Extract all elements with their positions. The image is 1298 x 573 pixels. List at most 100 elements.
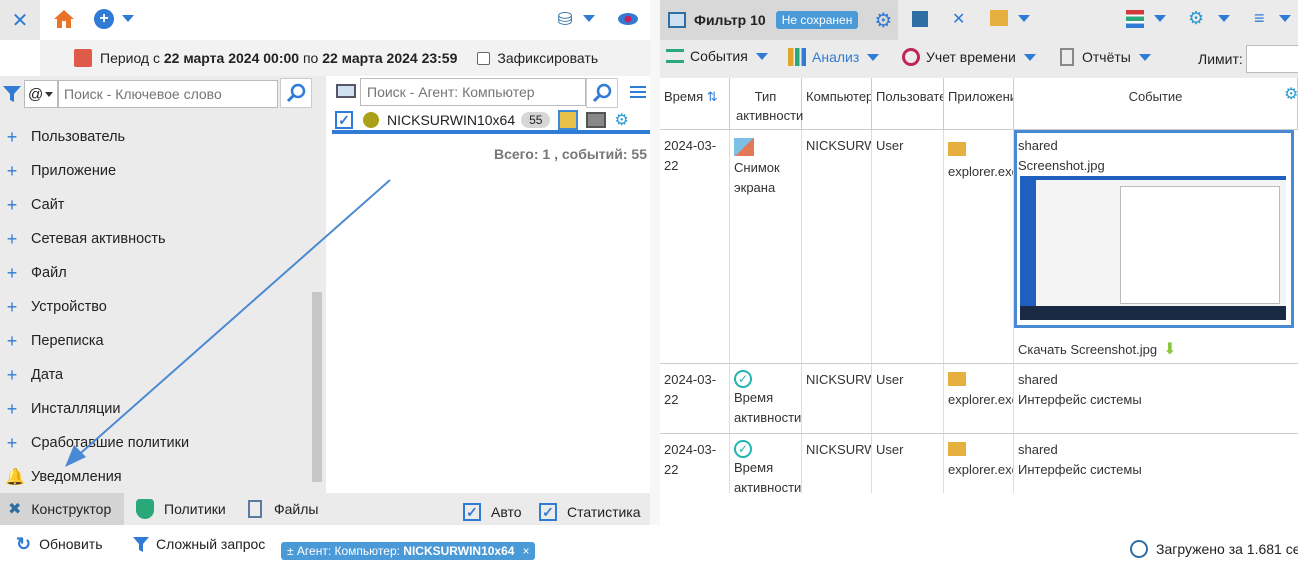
checkbox-checked-icon: ✓ bbox=[463, 503, 481, 521]
plus-icon: + bbox=[6, 160, 18, 181]
agent-checkbox[interactable]: ✓ bbox=[335, 111, 353, 129]
save-icon[interactable] bbox=[912, 11, 928, 27]
folder-icon bbox=[948, 142, 966, 156]
chevron-down-icon[interactable] bbox=[1279, 15, 1291, 22]
agent-search-button[interactable] bbox=[586, 78, 618, 108]
chevron-down-icon[interactable] bbox=[1018, 15, 1030, 22]
clock-icon bbox=[902, 48, 920, 66]
chevron-down-icon[interactable] bbox=[1154, 15, 1166, 22]
fix-label: Зафиксировать bbox=[497, 50, 599, 66]
folder-icon bbox=[948, 442, 966, 456]
table-icon bbox=[668, 12, 686, 28]
column-label: Пользовате bbox=[876, 89, 944, 104]
filter-icon[interactable] bbox=[2, 84, 22, 107]
period-mid: по bbox=[302, 50, 319, 66]
menu-analysis[interactable]: Анализ bbox=[788, 48, 880, 66]
menu-label: Отчёты bbox=[1082, 49, 1131, 65]
menu-label: Учет времени bbox=[926, 49, 1016, 65]
type-line1: Снимок bbox=[734, 160, 780, 175]
chevron-down-icon bbox=[867, 53, 880, 61]
active-filter-tag[interactable]: ± Агент: Компьютер: NICKSURWIN10x64 × bbox=[281, 542, 536, 560]
chevron-down-icon bbox=[1023, 53, 1036, 61]
chevron-down-icon[interactable] bbox=[583, 15, 595, 22]
agent-search-input[interactable] bbox=[360, 78, 586, 106]
cell-type: Снимок экрана bbox=[730, 130, 802, 364]
complex-query-button[interactable]: Сложный запрос bbox=[132, 525, 265, 563]
gears-icon[interactable]: ⚙ bbox=[1284, 84, 1298, 104]
refresh-button[interactable]: ↻ Обновить bbox=[16, 525, 102, 563]
menu-label: События bbox=[690, 48, 748, 64]
splitter[interactable] bbox=[650, 0, 660, 525]
type-line1: Время bbox=[734, 390, 774, 405]
type-line2: активности bbox=[734, 480, 802, 493]
chevron-down-icon[interactable] bbox=[1218, 15, 1230, 22]
gears-icon[interactable]: ⚙ bbox=[1188, 8, 1204, 29]
cell-computer: NICKSURW bbox=[806, 442, 872, 457]
cell-computer: NICKSURW bbox=[806, 138, 872, 153]
eye-icon[interactable] bbox=[616, 9, 640, 29]
settings-icon[interactable]: ⚙ bbox=[874, 8, 892, 33]
event-line1: shared bbox=[1018, 442, 1058, 457]
filter-title: Фильтр 10 bbox=[694, 12, 766, 28]
column-header-event[interactable]: Событие bbox=[1014, 78, 1298, 130]
monitor-icon[interactable] bbox=[586, 112, 607, 128]
calendar-icon[interactable] bbox=[74, 49, 92, 67]
sidebar-item-user[interactable]: + Пользователь bbox=[0, 120, 310, 154]
home-icon[interactable] bbox=[52, 8, 76, 30]
folder-icon bbox=[948, 372, 966, 386]
limit-input[interactable] bbox=[1246, 45, 1298, 73]
download-link[interactable]: Скачать Screenshot.jpg ⬇ bbox=[1018, 340, 1177, 360]
menu-icon[interactable] bbox=[630, 86, 646, 98]
column-header-application[interactable]: Приложени bbox=[944, 78, 1014, 130]
chevron-down-icon bbox=[1138, 53, 1151, 61]
agent-row[interactable]: ✓ NICKSURWIN10x64 55 ⚙ bbox=[332, 110, 650, 134]
close-panel-button[interactable]: ✕ bbox=[0, 0, 40, 40]
keyword-search-input[interactable] bbox=[58, 80, 278, 108]
tab-policies[interactable]: Политики bbox=[136, 493, 226, 525]
fix-checkbox[interactable] bbox=[477, 51, 491, 65]
agent-total: Всего: 1 , событий: 55 bbox=[493, 146, 647, 162]
close-icon[interactable]: × bbox=[522, 544, 529, 558]
chevron-down-icon[interactable] bbox=[122, 15, 134, 22]
table-row[interactable]: 2024-03-22 bbox=[660, 130, 730, 364]
columns-icon[interactable] bbox=[1126, 10, 1144, 28]
chevron-down-icon bbox=[45, 91, 54, 97]
gears-icon[interactable]: ⚙ bbox=[614, 110, 628, 130]
table-row[interactable]: 2024-03-22 bbox=[660, 364, 730, 434]
plus-icon: + bbox=[6, 432, 18, 453]
screenshot-image[interactable] bbox=[1020, 176, 1286, 320]
table-row[interactable]: 2024-03-22 bbox=[660, 434, 730, 493]
report-icon[interactable] bbox=[558, 110, 579, 130]
column-header-user[interactable]: Пользовате bbox=[872, 78, 944, 130]
list-icon bbox=[666, 49, 684, 63]
filter-tab[interactable]: Фильтр 10 Не сохранен ⚙ bbox=[660, 0, 898, 40]
date-to[interactable]: 22 марта 2024 23:59 bbox=[322, 50, 457, 66]
cell-event: shared Screenshot.jpg Скачать Screenshot… bbox=[1014, 130, 1298, 364]
column-header-computer[interactable]: Компьютер bbox=[802, 78, 872, 130]
menu-time[interactable]: Учет времени bbox=[902, 48, 1036, 66]
hamburger-icon[interactable]: ≡ bbox=[1254, 9, 1265, 27]
at-select[interactable]: @ bbox=[24, 80, 58, 108]
menu-events[interactable]: События bbox=[666, 48, 768, 64]
cell-user: User bbox=[876, 372, 904, 387]
bell-icon: 🔔 bbox=[5, 469, 25, 486]
complex-query-label: Сложный запрос bbox=[156, 536, 266, 552]
plus-icon: + bbox=[6, 296, 18, 317]
tab-constructor[interactable]: ✖ Конструктор bbox=[0, 493, 124, 525]
partial-type-text: активности bbox=[736, 108, 804, 123]
database-icon[interactable]: ⛁ bbox=[555, 9, 575, 29]
close-icon[interactable]: ✕ bbox=[952, 9, 965, 29]
check-circle-icon: ✓ bbox=[734, 440, 752, 458]
tab-files[interactable]: Файлы bbox=[248, 493, 318, 525]
menu-reports[interactable]: Отчёты bbox=[1060, 48, 1151, 66]
plus-icon: + bbox=[6, 262, 18, 283]
type-line1: Время bbox=[734, 460, 774, 475]
event-line2: Интерфейс системы bbox=[1018, 392, 1142, 407]
folder-icon[interactable] bbox=[990, 10, 1008, 26]
menu-label: Анализ bbox=[812, 49, 860, 65]
search-button[interactable] bbox=[280, 78, 312, 108]
add-icon[interactable]: + bbox=[94, 9, 114, 29]
cell-user: User bbox=[876, 442, 904, 457]
column-header-time[interactable]: Время ⇅ bbox=[660, 78, 730, 130]
date-from[interactable]: 22 марта 2024 00:00 bbox=[164, 50, 299, 66]
